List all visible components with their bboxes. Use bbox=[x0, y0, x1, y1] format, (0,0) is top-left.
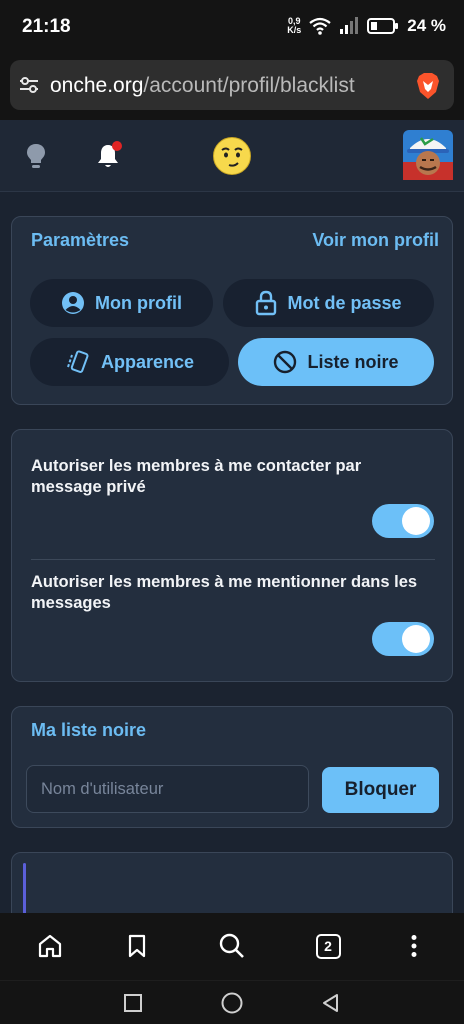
status-bar: 21:18 0,9 K/s 24 % bbox=[0, 0, 464, 56]
view-profile-link[interactable]: Voir mon profil bbox=[312, 230, 439, 251]
user-circle-icon bbox=[62, 292, 84, 314]
settings-title: Paramètres bbox=[31, 230, 130, 250]
toggle-knob bbox=[402, 507, 430, 535]
block-button[interactable]: Bloquer bbox=[322, 767, 439, 813]
back-button[interactable] bbox=[317, 989, 345, 1017]
toggle-private-message[interactable] bbox=[372, 504, 434, 538]
net-speed: 0,9 K/s bbox=[287, 16, 302, 35]
url-path: /account/profil/blacklist bbox=[143, 74, 355, 97]
brave-lion-icon[interactable] bbox=[416, 72, 440, 100]
tab-mot-de-passe[interactable]: Mot de passe bbox=[223, 279, 434, 327]
bookmark-icon bbox=[128, 934, 146, 958]
blacklist-card: Ma liste noire Bloquer bbox=[11, 706, 453, 828]
avatar[interactable] bbox=[403, 130, 453, 180]
tabs-button[interactable]: 2 bbox=[312, 930, 344, 962]
tab-mon-profil[interactable]: Mon profil bbox=[30, 279, 213, 327]
url-text[interactable]: onche.org/account/profil/blacklist bbox=[50, 74, 355, 98]
app-header bbox=[0, 120, 464, 192]
tab-apparence[interactable]: Apparence bbox=[30, 338, 229, 386]
home-system-button[interactable] bbox=[218, 989, 246, 1017]
recents-button[interactable] bbox=[119, 989, 147, 1017]
privacy-card: Autoriser les membres à me contacter par… bbox=[11, 429, 453, 682]
status-time: 21:18 bbox=[22, 16, 71, 37]
tab-label: Mot de passe bbox=[287, 292, 402, 313]
circle-icon bbox=[221, 992, 243, 1014]
search-button[interactable] bbox=[216, 930, 248, 962]
site-settings-icon[interactable] bbox=[18, 75, 40, 95]
tab-label: Liste noire bbox=[307, 351, 399, 372]
system-nav-bar bbox=[0, 980, 464, 1024]
tabs-icon: 2 bbox=[315, 933, 341, 959]
back-triangle-icon bbox=[323, 994, 338, 1012]
tab-liste-noire[interactable]: Liste noire bbox=[238, 338, 434, 386]
ban-icon bbox=[274, 350, 297, 374]
wifi-icon bbox=[309, 17, 331, 35]
phone-tilted-icon bbox=[67, 350, 89, 373]
battery-percent: 24 % bbox=[407, 16, 446, 35]
url-domain: onche.org bbox=[50, 74, 144, 97]
browser-toolbar: onche.org/account/profil/blacklist bbox=[0, 56, 464, 120]
tab-label: Mon profil bbox=[95, 292, 182, 313]
lightbulb-icon[interactable] bbox=[25, 142, 47, 170]
divider bbox=[31, 559, 435, 560]
status-indicators: 0,9 K/s 24 % bbox=[287, 16, 446, 36]
square-icon bbox=[124, 994, 142, 1012]
home-icon bbox=[38, 934, 62, 958]
url-bar[interactable]: onche.org/account/profil/blacklist bbox=[10, 60, 454, 110]
bookmark-button[interactable] bbox=[121, 930, 153, 962]
home-button[interactable] bbox=[34, 930, 66, 962]
username-input[interactable] bbox=[26, 765, 309, 813]
search-icon bbox=[219, 933, 244, 958]
browser-bottom-nav: 2 bbox=[0, 913, 464, 980]
more-icon bbox=[411, 935, 417, 957]
signal-icon bbox=[340, 17, 359, 34]
bell-icon[interactable] bbox=[96, 140, 124, 170]
menu-button[interactable] bbox=[398, 930, 430, 962]
toggle-label-mentions: Autoriser les membres à me mentionner da… bbox=[31, 573, 418, 612]
toggle-knob bbox=[402, 625, 430, 653]
settings-card: Paramètres Voir mon profil Mon profil Mo… bbox=[11, 216, 453, 405]
toggle-mentions[interactable] bbox=[372, 622, 434, 656]
battery-icon bbox=[367, 18, 399, 34]
tab-label: Apparence bbox=[100, 351, 195, 372]
blacklist-title: Ma liste noire bbox=[31, 720, 147, 740]
lock-icon bbox=[256, 290, 277, 316]
toggle-label-private-message: Autoriser les membres à me contacter par… bbox=[31, 457, 362, 496]
smiley-logo[interactable] bbox=[212, 136, 252, 176]
